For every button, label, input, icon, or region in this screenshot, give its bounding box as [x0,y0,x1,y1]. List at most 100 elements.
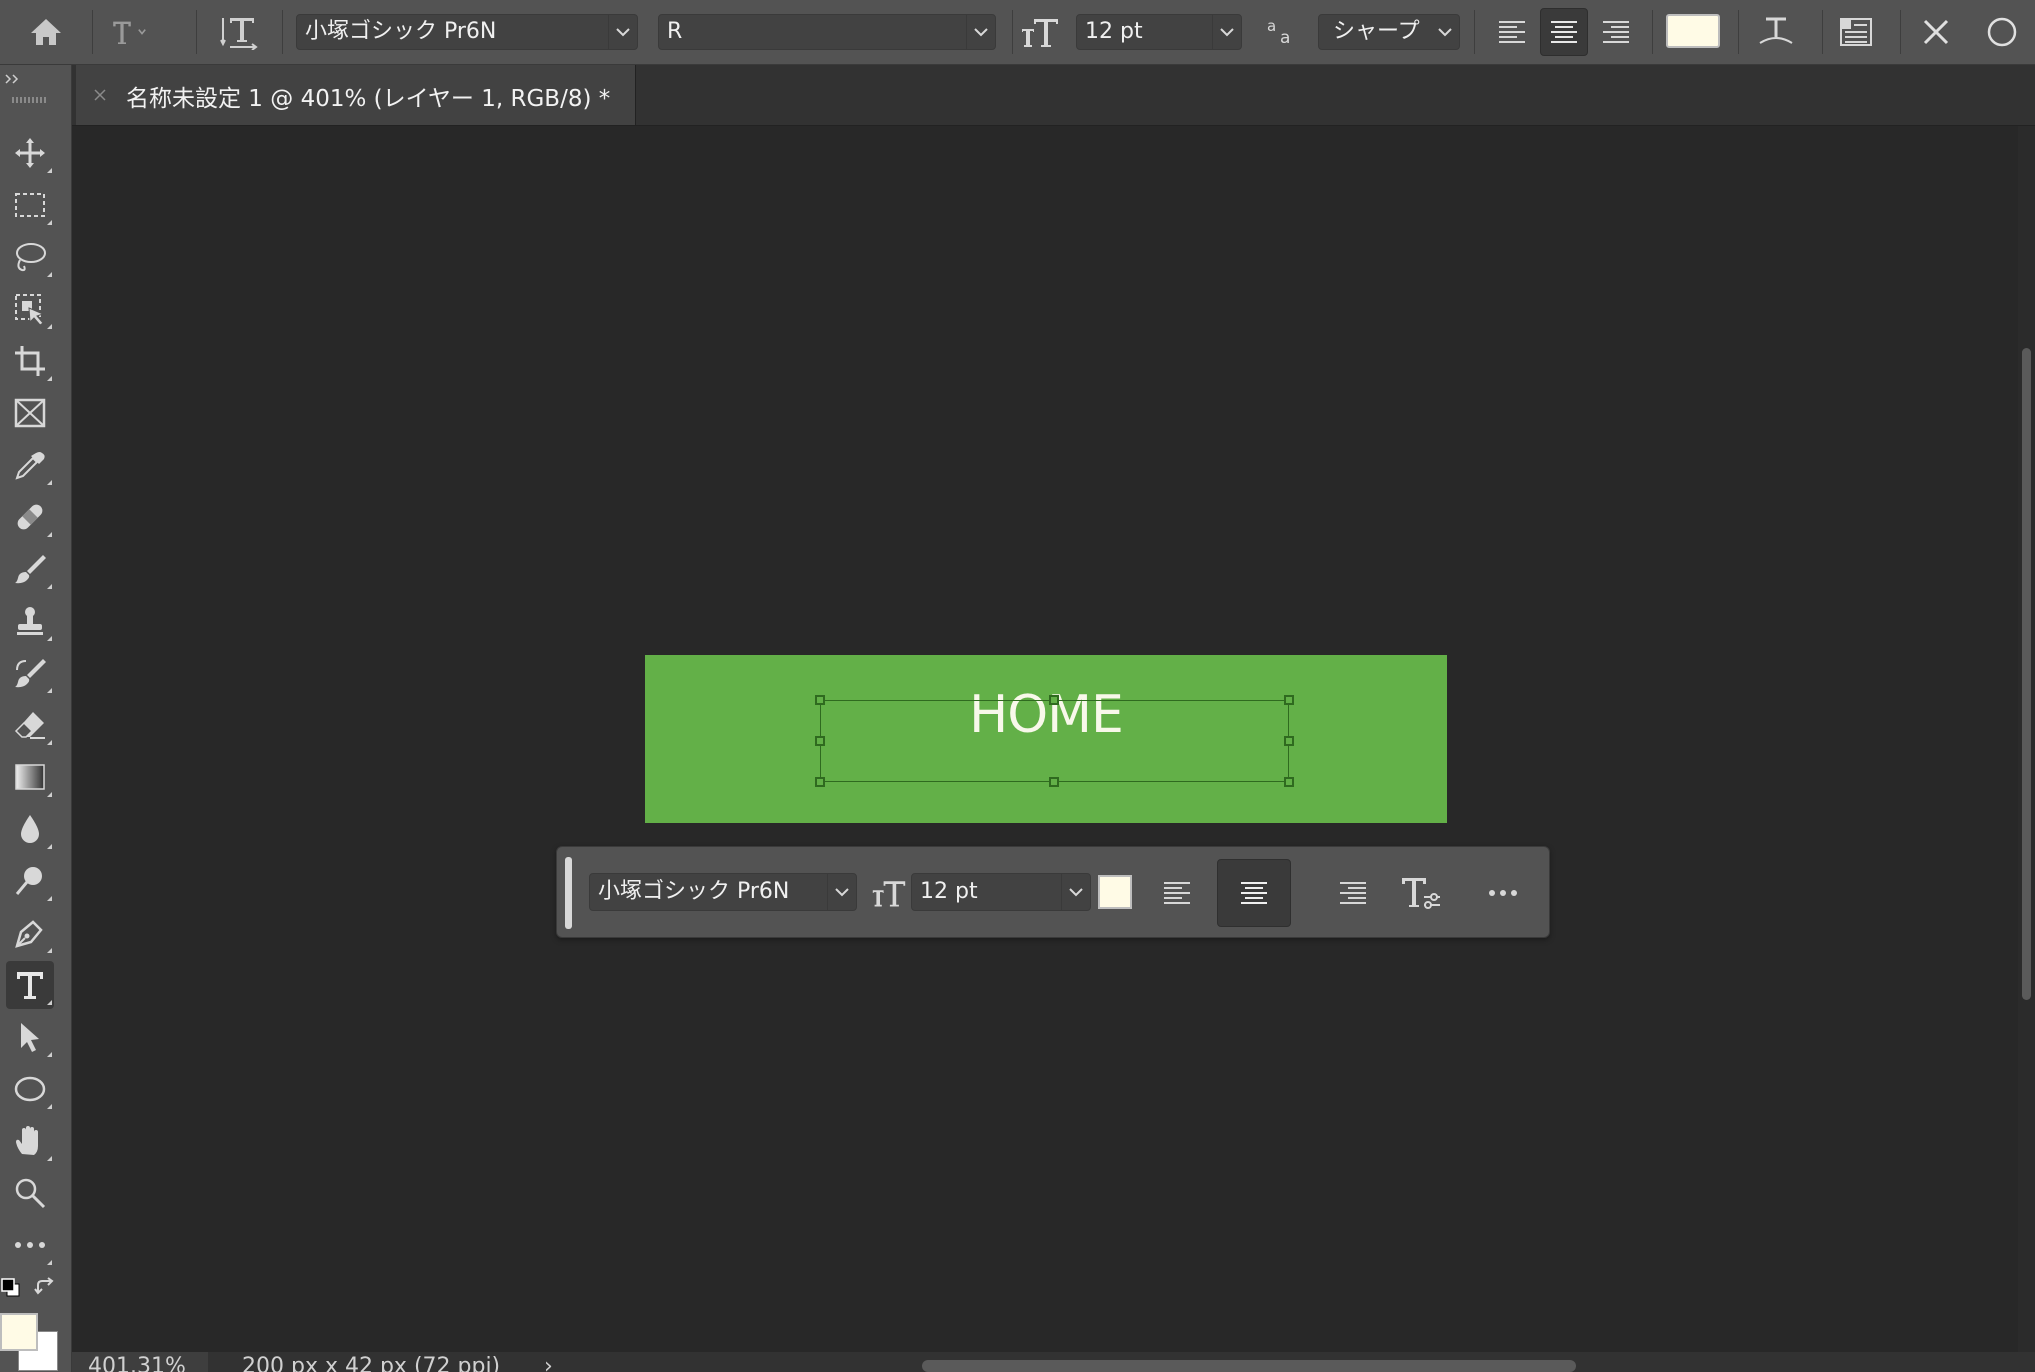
ctx-font-size-value: 12 pt [920,879,978,904]
lasso-icon [16,243,46,272]
resize-handle[interactable] [1049,695,1059,705]
lasso-tool[interactable] [6,233,54,281]
resize-handle[interactable] [815,695,825,705]
ctx-align-left-button[interactable] [1153,869,1201,917]
align-center-button[interactable] [1540,8,1588,56]
chevron-right-icon[interactable]: › [544,1352,553,1372]
options-bar: 小塚ゴシック Pr6N R 12 pt aa シャープ [0,0,2035,65]
text-bounding-box[interactable] [815,695,1294,787]
stamp-icon [17,607,43,635]
resize-handle[interactable] [1284,736,1294,746]
crop-icon [15,346,45,376]
font-size-value: 12 pt [1085,19,1143,44]
ctx-font-family-dropdown[interactable]: 小塚ゴシック Pr6N [589,873,857,911]
font-family-dropdown[interactable]: 小塚ゴシック Pr6N [296,14,638,50]
type-tool-preset-icon[interactable] [110,12,150,52]
chevron-down-icon [1061,874,1090,910]
marquee-tool[interactable] [6,181,54,229]
edit-toolbar-button[interactable] [6,1221,54,1269]
gradient-tool[interactable] [6,753,54,801]
svg-text:a: a [1280,28,1290,47]
move-tool[interactable] [6,129,54,177]
font-family-value: 小塚ゴシック Pr6N [305,19,497,44]
default-colors-icon[interactable] [0,1277,22,1299]
resize-handle[interactable] [1284,777,1294,787]
toggle-text-orientation-icon[interactable] [220,12,260,52]
resize-handle[interactable] [815,736,825,746]
cancel-edit-icon[interactable] [1916,12,1956,52]
history-brush-tool[interactable] [6,649,54,697]
chevron-down-icon [1431,15,1459,49]
gradient-icon [15,764,45,790]
object-selection-icon [15,294,45,326]
more-options-icon[interactable] [1479,869,1527,917]
ctx-text-color-swatch[interactable] [1098,875,1132,909]
ctx-align-center-button[interactable] [1217,859,1291,927]
ctx-font-family-value: 小塚ゴシック Pr6N [598,879,790,904]
font-size-icon [865,869,913,917]
horizontal-scroll-thumb[interactable] [922,1360,1576,1372]
frame-icon [14,398,46,428]
path-selection-icon [21,1023,39,1052]
text-properties-icon[interactable] [1397,869,1445,917]
text-color-swatch[interactable] [1666,14,1720,48]
resize-handle[interactable] [1049,777,1059,787]
eyedropper-icon [15,452,45,480]
blur-tool[interactable] [6,805,54,853]
foreground-color-swatch[interactable] [0,1313,38,1351]
swap-colors-icon[interactable] [34,1277,60,1301]
eyedropper-tool[interactable] [6,441,54,489]
vertical-scroll-thumb[interactable] [2022,348,2031,1000]
antialias-icon: aa [1262,12,1302,52]
resize-handle[interactable] [1284,695,1294,705]
antialias-dropdown[interactable]: シャープ [1318,14,1460,50]
history-brush-icon [15,659,46,688]
character-panel-icon[interactable] [1836,12,1876,52]
svg-text:a: a [1267,17,1276,35]
brush-icon [15,555,46,584]
dodge-icon [15,867,42,895]
contextual-task-bar: 小塚ゴシック Pr6N 12 pt [556,846,1550,938]
path-selection-tool[interactable] [6,1013,54,1061]
expand-panel-icon[interactable] [4,73,34,85]
font-style-dropdown[interactable]: R [658,14,996,50]
dodge-tool[interactable] [6,857,54,905]
clone-stamp-tool[interactable] [6,597,54,645]
pen-tool[interactable] [6,909,54,957]
hand-tool[interactable] [6,1117,54,1165]
bandage-icon [17,504,43,530]
crop-tool[interactable] [6,337,54,385]
magnifier-icon [15,1178,46,1209]
document-tab-bar: 名称未設定 1 @ 401% (レイヤー 1, RGB/8) * [72,65,2035,126]
drag-handle[interactable] [565,857,572,929]
frame-tool[interactable] [6,389,54,437]
ctx-align-right-button[interactable] [1329,869,1377,917]
panel-grip[interactable] [12,97,48,103]
warp-text-icon[interactable] [1756,12,1796,52]
type-icon [17,972,43,999]
zoom-level[interactable]: 401.31% [72,1352,208,1372]
document-tab[interactable]: 名称未設定 1 @ 401% (レイヤー 1, RGB/8) * [76,65,636,125]
zoom-tool[interactable] [6,1169,54,1217]
more-icon [15,1242,45,1248]
ellipse-icon [14,1076,46,1102]
close-icon[interactable] [90,85,110,105]
brush-tool[interactable] [6,545,54,593]
type-tool[interactable] [6,961,54,1009]
align-left-button[interactable] [1492,12,1532,52]
align-right-button[interactable] [1596,12,1636,52]
shape-tool[interactable] [6,1065,54,1113]
eraser-tool[interactable] [6,701,54,749]
vertical-scrollbar[interactable] [2018,126,2035,1352]
document-info[interactable]: 200 px x 42 px (72 ppi) [242,1352,500,1372]
document-tab-title: 名称未設定 1 @ 401% (レイヤー 1, RGB/8) * [126,86,611,112]
commit-edit-icon[interactable] [1982,12,2022,52]
tools-panel [0,65,72,1372]
home-icon[interactable] [26,12,66,52]
resize-handle[interactable] [815,777,825,787]
ctx-font-size-field[interactable]: 12 pt [911,873,1091,911]
healing-brush-tool[interactable] [6,493,54,541]
object-selection-tool[interactable] [6,285,54,333]
font-size-field[interactable]: 12 pt [1076,14,1242,50]
antialias-value: シャープ [1333,19,1420,44]
